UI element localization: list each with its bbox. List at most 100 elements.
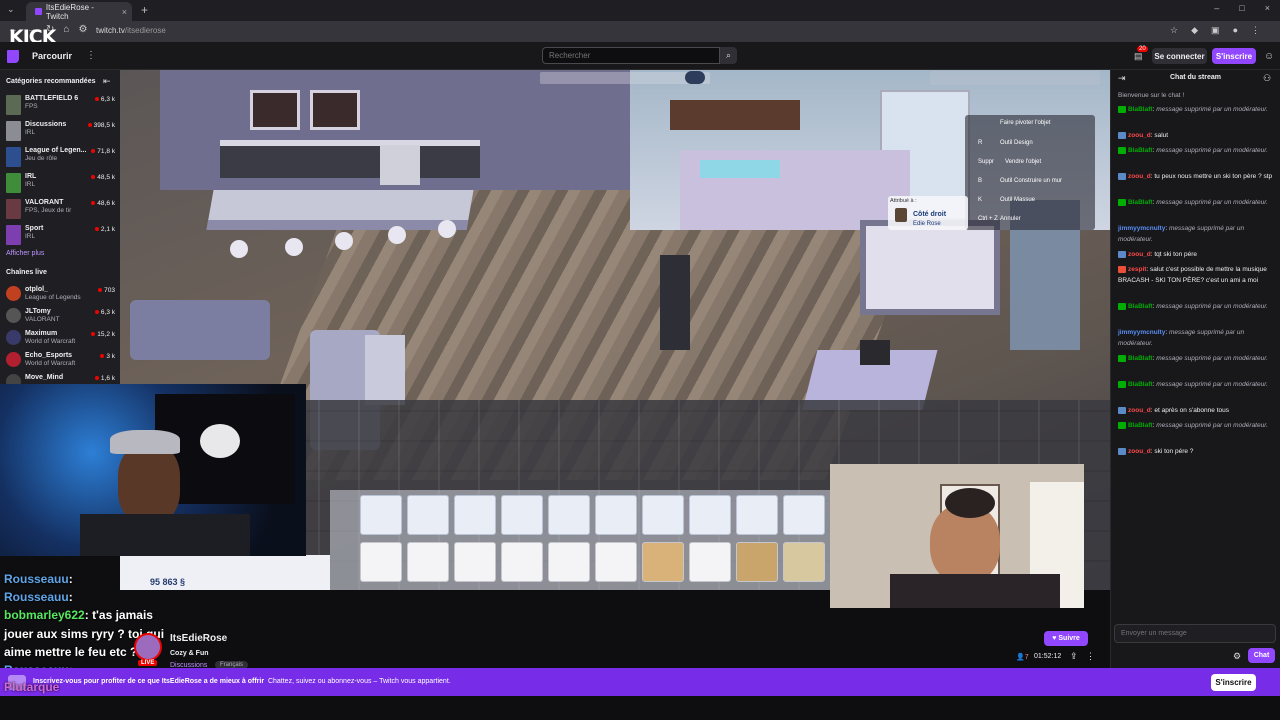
collapse-chat-icon[interactable]: ⇥ — [1118, 73, 1126, 84]
catalog-item[interactable] — [407, 495, 449, 535]
menu-dots-icon[interactable]: ⋮ — [1251, 25, 1260, 36]
viewer-count: 71,8 k — [97, 148, 115, 155]
chat-message: BlaBlaft: message supprimé par un modéra… — [1118, 198, 1276, 209]
sidebar-category[interactable]: Discussions IRL 398,5 k — [6, 120, 118, 144]
coffee-table — [365, 335, 405, 405]
catalog-item[interactable] — [595, 495, 637, 535]
catalog-item[interactable] — [501, 542, 543, 582]
badge-icon — [1118, 105, 1126, 113]
overlay-chat-line: aime mettre le feu etc ? — [4, 645, 138, 659]
chat-message: BlaBlaft: message supprimé par un modéra… — [1118, 105, 1276, 116]
sidebar-category[interactable]: Sport IRL 2,1 k — [6, 224, 118, 248]
category-sub: IRL — [25, 233, 36, 240]
tool-sell[interactable]: Vendre l'objet — [1005, 159, 1041, 165]
catalog-item[interactable] — [783, 495, 825, 535]
channel-name: otplol_ — [25, 286, 48, 293]
catalog-item[interactable] — [548, 542, 590, 582]
catalog-item[interactable] — [454, 542, 496, 582]
notifications-icon[interactable]: ▤ — [1134, 51, 1143, 62]
sidebar-channel[interactable]: Maximum World of Warcraft 15,2 k — [6, 329, 118, 353]
chat-settings-icon[interactable]: ⚙ — [1233, 651, 1241, 662]
stool — [438, 220, 456, 238]
chat-users-icon[interactable]: ⚇ — [1263, 73, 1271, 84]
catalog-item[interactable] — [642, 495, 684, 535]
catalog-item[interactable] — [689, 542, 731, 582]
catalog-item[interactable] — [736, 495, 778, 535]
search-input[interactable] — [542, 47, 720, 64]
more-options-icon[interactable]: ⋮ — [1086, 651, 1095, 662]
catalog-item[interactable] — [783, 542, 825, 582]
streamer-cap — [110, 430, 180, 454]
overlay-chat-line: bobmarley622: t'as jamais — [4, 608, 153, 622]
channel-name[interactable]: ItsEdieRose — [170, 633, 227, 644]
bookmark-star-icon[interactable]: ☆ — [1170, 25, 1178, 36]
close-window-icon[interactable]: × — [1265, 3, 1270, 13]
sidebar-category[interactable]: BATTLEFIELD 6 FPS 6,3 k — [6, 94, 118, 118]
collapse-sidebar-icon[interactable]: ⇤ — [103, 76, 111, 87]
sidebar-category[interactable]: League of Legen... Jeu de rôle 71,8 k — [6, 146, 118, 170]
game-right-toolbar[interactable] — [930, 71, 1100, 85]
minimize-icon[interactable]: – — [1214, 3, 1219, 13]
extension-icon[interactable]: ◆ — [1191, 25, 1198, 36]
puzzle-icon[interactable]: ▣ — [1211, 25, 1220, 36]
catalog-item[interactable] — [360, 542, 402, 582]
login-button[interactable]: Se connecter — [1152, 48, 1207, 64]
game-toggle[interactable] — [685, 71, 705, 84]
show-more-link[interactable]: Afficher plus — [6, 250, 44, 257]
signup-button[interactable]: S'inscrire — [1212, 48, 1256, 64]
tool-rotate[interactable]: Faire pivoter l'objet — [1000, 120, 1051, 126]
catalog-item[interactable] — [501, 495, 543, 535]
catalog-item[interactable] — [454, 495, 496, 535]
bathroom-vanity — [670, 100, 800, 130]
sidebar-channel[interactable]: otplol_ League of Legends 703 — [6, 285, 118, 309]
viewer-count: 6,3 k — [100, 309, 115, 316]
sidebar-channel[interactable]: Move_Mind 1,6 k — [6, 373, 118, 384]
sidebar-channel[interactable]: JLTomy VALORANT 6,3 k — [6, 307, 118, 331]
maximize-icon[interactable]: □ — [1239, 3, 1244, 13]
heart-icon: ♥ — [1052, 635, 1057, 642]
profile-icon[interactable]: ● — [1233, 25, 1238, 36]
catalog-item[interactable] — [595, 542, 637, 582]
follow-button[interactable]: ♥ Suivre — [1044, 631, 1088, 646]
new-tab-icon[interactable]: + — [141, 3, 148, 17]
channel-avatar — [6, 308, 21, 323]
banner-signup-button[interactable]: S'inscrire — [1211, 674, 1256, 691]
catalog-item[interactable] — [736, 542, 778, 582]
badge-icon — [1118, 421, 1126, 429]
chat-input[interactable] — [1114, 624, 1276, 643]
tool-sledgehammer[interactable]: Outil Massue — [1000, 197, 1035, 203]
tool-wall[interactable]: Outil Construire un mur — [1000, 178, 1062, 184]
catalog-item[interactable] — [689, 495, 731, 535]
badge-icon — [1118, 380, 1126, 388]
home-icon[interactable]: ⌂ — [63, 24, 69, 35]
twitch-logo-icon[interactable] — [7, 50, 19, 63]
user-menu-icon[interactable]: ☺ — [1264, 51, 1274, 62]
browser-tab[interactable]: ItsEdieRose - Twitch × — [26, 2, 132, 21]
url-field[interactable]: twitch.tv/itsedierose — [96, 26, 166, 35]
tool-undo[interactable]: Annuler — [1000, 216, 1021, 222]
chat-send-button[interactable]: Chat — [1248, 648, 1275, 663]
tool-design[interactable]: Outil Design — [1000, 140, 1033, 146]
search-icon[interactable]: ⌕ — [720, 47, 737, 64]
channel-name: JLTomy — [25, 308, 51, 315]
category-name: League of Legen... — [25, 147, 87, 154]
catalog-item[interactable] — [642, 542, 684, 582]
close-tab-icon[interactable]: × — [122, 7, 127, 17]
share-icon[interactable]: ⇪ — [1070, 651, 1078, 662]
banner-text: Inscrivez-vous pour profiter de ce que I… — [33, 678, 451, 685]
catalog-item[interactable] — [360, 495, 402, 535]
streamer-hair — [945, 488, 995, 518]
sidebar-category[interactable]: IRL IRL 48,5 k — [6, 172, 118, 196]
browse-link[interactable]: Parcourir — [32, 51, 72, 61]
catalog-item[interactable] — [407, 542, 449, 582]
category-thumb — [6, 95, 21, 115]
tab-search-icon[interactable]: ⌄ — [7, 4, 15, 15]
sidebar-category[interactable]: VALORANT FPS, Jeux de tir 48,6 k — [6, 198, 118, 222]
follow-label: Suivre — [1058, 635, 1080, 642]
sidebar-channel[interactable]: Echo_Esports World of Warcraft 3 k — [6, 351, 118, 375]
catalog-item[interactable] — [548, 495, 590, 535]
site-info-icon[interactable]: ⚙ — [78, 24, 87, 35]
channel-avatar[interactable] — [134, 633, 162, 661]
category-name: VALORANT — [25, 199, 64, 206]
more-menu-icon[interactable]: ⋮ — [86, 50, 96, 61]
